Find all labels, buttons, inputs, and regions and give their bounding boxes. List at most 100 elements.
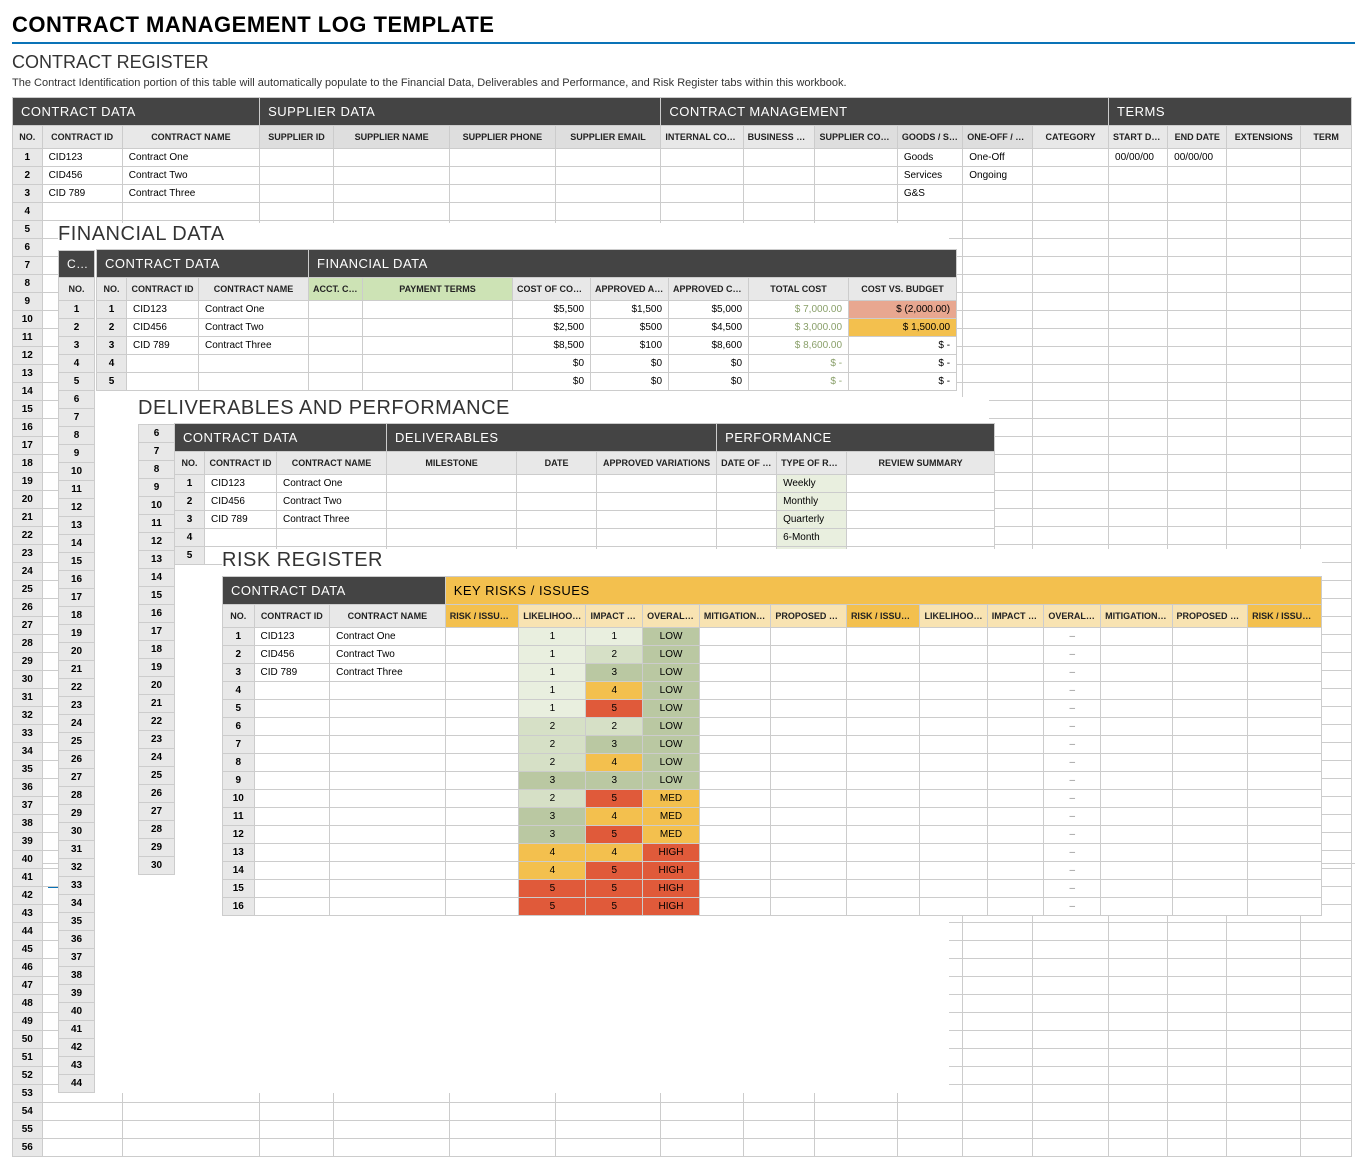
table-cell[interactable] xyxy=(743,1121,815,1139)
table-cell[interactable]: 3 xyxy=(223,664,255,682)
table-cell[interactable]: – xyxy=(1044,736,1101,754)
table-cell[interactable]: $ 1,500.00 xyxy=(849,319,957,337)
table-cell[interactable]: – xyxy=(1044,862,1101,880)
table-cell[interactable] xyxy=(1227,347,1301,365)
table-cell[interactable] xyxy=(1301,1067,1352,1085)
table-cell[interactable]: 4 xyxy=(175,529,205,547)
table-cell[interactable]: 1 xyxy=(519,682,586,700)
table-cell[interactable] xyxy=(1032,995,1108,1013)
table-cell[interactable] xyxy=(1172,772,1248,790)
table-cell[interactable]: 7 xyxy=(223,736,255,754)
table-cell[interactable] xyxy=(1168,923,1227,941)
table-cell[interactable] xyxy=(963,347,1033,365)
table-cell[interactable]: – xyxy=(1044,880,1101,898)
table-cell[interactable] xyxy=(1301,959,1352,977)
table-cell[interactable]: 5 xyxy=(175,547,205,565)
table-cell[interactable] xyxy=(254,880,330,898)
table-cell[interactable] xyxy=(1301,1013,1352,1031)
table-cell[interactable] xyxy=(1301,257,1352,275)
table-cell[interactable] xyxy=(1301,419,1352,437)
table-cell[interactable] xyxy=(330,808,446,826)
table-cell[interactable] xyxy=(1227,1013,1301,1031)
table-cell[interactable] xyxy=(1301,941,1352,959)
table-cell[interactable]: 4 xyxy=(519,844,586,862)
table-cell[interactable] xyxy=(597,475,717,493)
table-cell[interactable] xyxy=(1032,239,1108,257)
table-cell[interactable] xyxy=(450,1103,556,1121)
table-cell[interactable]: 1 xyxy=(97,301,127,319)
table-cell[interactable] xyxy=(987,808,1044,826)
table-cell[interactable] xyxy=(254,862,330,880)
table-cell[interactable] xyxy=(1172,628,1248,646)
table-cell[interactable] xyxy=(1168,995,1227,1013)
table-cell[interactable]: 15 xyxy=(223,880,255,898)
table-cell[interactable]: 47 xyxy=(13,977,43,995)
table-cell[interactable]: 2 xyxy=(175,493,205,511)
table-cell[interactable] xyxy=(699,718,770,736)
table-cell[interactable] xyxy=(1109,509,1168,527)
table-cell[interactable] xyxy=(815,203,897,221)
table-cell[interactable] xyxy=(699,682,770,700)
table-cell[interactable] xyxy=(1109,239,1168,257)
table-cell[interactable] xyxy=(1248,808,1322,826)
table-cell[interactable] xyxy=(743,149,815,167)
table-cell[interactable]: 49 xyxy=(13,1013,43,1031)
table-cell[interactable]: – xyxy=(1044,646,1101,664)
table-cell[interactable]: 3 xyxy=(586,772,643,790)
table-cell[interactable]: 18 xyxy=(13,455,43,473)
table-cell[interactable] xyxy=(846,736,920,754)
table-cell[interactable] xyxy=(445,808,519,826)
table-cell[interactable] xyxy=(1227,401,1301,419)
table-cell[interactable]: Contract Three xyxy=(122,185,259,203)
table-cell[interactable] xyxy=(1109,167,1168,185)
table-cell[interactable] xyxy=(920,682,987,700)
table-cell[interactable]: CID 789 xyxy=(205,511,277,529)
table-cell[interactable]: Services xyxy=(897,167,962,185)
table-cell[interactable] xyxy=(963,293,1033,311)
table-cell[interactable] xyxy=(254,790,330,808)
table-cell[interactable] xyxy=(555,167,661,185)
table-cell[interactable] xyxy=(1227,1049,1301,1067)
table-cell[interactable] xyxy=(661,185,743,203)
table-cell[interactable] xyxy=(1227,257,1301,275)
table-cell[interactable]: CID123 xyxy=(254,628,330,646)
table-cell[interactable] xyxy=(846,664,920,682)
table-cell[interactable]: 5 xyxy=(223,700,255,718)
table-cell[interactable] xyxy=(920,754,987,772)
table-cell[interactable] xyxy=(717,493,777,511)
table-cell[interactable]: CID 789 xyxy=(42,185,122,203)
table-cell[interactable] xyxy=(1168,167,1227,185)
table-cell[interactable] xyxy=(363,301,513,319)
table-cell[interactable]: 7 xyxy=(13,257,43,275)
table-cell[interactable]: Contract Three xyxy=(277,511,387,529)
table-cell[interactable] xyxy=(661,203,743,221)
table-cell[interactable] xyxy=(963,959,1033,977)
table-cell[interactable]: CID456 xyxy=(42,167,122,185)
table-cell[interactable] xyxy=(661,149,743,167)
table-cell[interactable] xyxy=(920,736,987,754)
table-cell[interactable] xyxy=(1032,491,1108,509)
table-cell[interactable]: Contract One xyxy=(199,301,309,319)
table-cell[interactable] xyxy=(1172,844,1248,862)
table-cell[interactable]: Monthly xyxy=(777,493,847,511)
table-cell[interactable] xyxy=(387,529,517,547)
table-cell[interactable]: 33 xyxy=(13,725,43,743)
table-cell[interactable] xyxy=(987,862,1044,880)
table-cell[interactable] xyxy=(1168,473,1227,491)
table-cell[interactable] xyxy=(846,844,920,862)
table-cell[interactable] xyxy=(1109,473,1168,491)
table-cell[interactable] xyxy=(1168,491,1227,509)
table-cell[interactable] xyxy=(1248,862,1322,880)
table-cell[interactable]: 50 xyxy=(13,1031,43,1049)
table-cell[interactable]: 26 xyxy=(13,599,43,617)
table-cell[interactable]: 35 xyxy=(13,761,43,779)
table-cell[interactable]: $ 3,000.00 xyxy=(749,319,849,337)
table-cell[interactable] xyxy=(1227,383,1301,401)
table-cell[interactable] xyxy=(815,149,897,167)
table-cell[interactable] xyxy=(1032,1139,1108,1157)
table-cell[interactable]: 3 xyxy=(175,511,205,529)
table-cell[interactable]: HIGH xyxy=(643,880,700,898)
table-cell[interactable] xyxy=(1032,509,1108,527)
table-cell[interactable] xyxy=(699,628,770,646)
table-cell[interactable]: 5 xyxy=(586,700,643,718)
